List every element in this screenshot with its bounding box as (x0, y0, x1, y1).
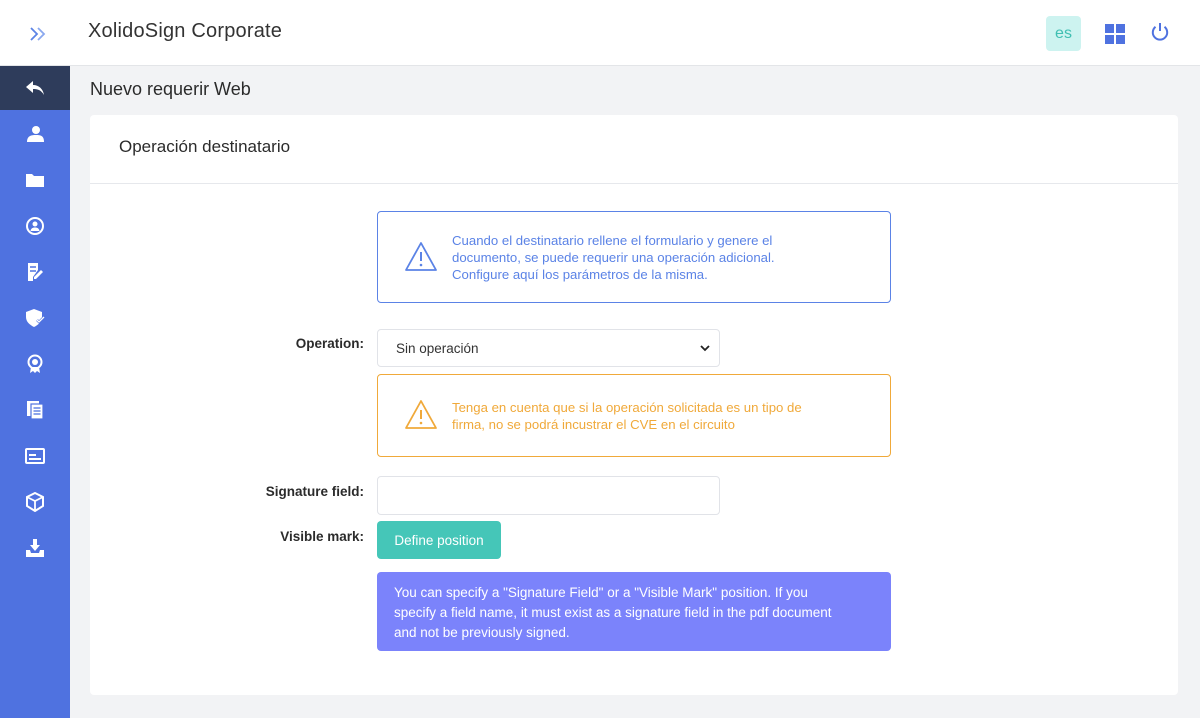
sidebar-item-documents[interactable] (0, 250, 70, 294)
box-icon (26, 492, 44, 512)
document-edit-icon (28, 263, 43, 281)
operation-select-value: Sin operación (396, 341, 479, 356)
signature-help-note: You can specify a "Signature Field" or a… (377, 572, 891, 651)
warning-alert-text: Tenga en cuenta que si la operación soli… (452, 393, 802, 433)
signature-field-label: Signature field: (265, 484, 364, 499)
logout-button[interactable] (1148, 20, 1172, 44)
warning-triangle-icon (405, 242, 437, 271)
circle-user-icon (26, 217, 44, 235)
sidebar (0, 66, 70, 718)
download-tray-icon (26, 539, 44, 557)
note-line: specify a field name, it must exist as a… (394, 605, 832, 620)
note-line: and not be previously signed. (394, 625, 570, 640)
app-title: XolidoSign Corporate (88, 20, 283, 42)
sidebar-item-users[interactable] (0, 112, 70, 156)
user-icon (27, 126, 44, 142)
sidebar-item-security[interactable] (0, 296, 70, 340)
operation-label: Operation: (295, 336, 364, 351)
note-line: You can specify a "Signature Field" or a… (394, 585, 808, 600)
info-alert-line: Cuando el destinatario rellene el formul… (452, 233, 773, 248)
folder-icon (26, 174, 44, 187)
sidebar-item-contacts[interactable] (0, 204, 70, 248)
shield-check-icon (26, 309, 45, 327)
info-alert-line: Configure aquí los parámetros de la mism… (452, 267, 708, 282)
sidebar-item-packages[interactable] (0, 480, 70, 524)
warning-alert: Tenga en cuenta que si la operación soli… (377, 374, 891, 457)
warning-triangle-icon (405, 400, 437, 429)
info-alert-text: Cuando el destinatario rellene el formul… (452, 230, 775, 283)
sidebar-item-certificates[interactable] (0, 342, 70, 386)
page-title: Nuevo requerir Web (90, 79, 251, 99)
chevron-down-icon (700, 345, 710, 352)
card-title: Operación destinatario (90, 115, 1178, 184)
language-button[interactable]: es (1046, 16, 1081, 51)
sidebar-item-web[interactable] (0, 434, 70, 478)
power-icon (1151, 23, 1169, 41)
documents-icon (27, 401, 44, 420)
info-alert-line: documento, se puede requerir una operaci… (452, 250, 775, 265)
sidebar-item-back[interactable] (0, 66, 70, 110)
top-bar: XolidoSign Corporate es (0, 0, 1200, 66)
grid-icon (1105, 24, 1125, 44)
signature-field-input[interactable] (377, 476, 720, 515)
apps-grid-button[interactable] (1103, 22, 1127, 46)
sidebar-item-downloads[interactable] (0, 526, 70, 570)
sidebar-item-folders[interactable] (0, 158, 70, 202)
warning-alert-line: firma, no se podrá incustrar el CVE en e… (452, 417, 735, 432)
define-position-button[interactable]: Define position (377, 521, 501, 559)
visible-mark-label: Visible mark: (280, 529, 364, 544)
page-scrollbar[interactable] (1189, 66, 1200, 718)
sidebar-item-templates[interactable] (0, 388, 70, 432)
certificate-icon (27, 354, 43, 373)
card-window-icon (25, 448, 45, 464)
operation-card: Operación destinatario Cuando el destina… (90, 115, 1178, 695)
warning-alert-line: Tenga en cuenta que si la operación soli… (452, 400, 802, 415)
operation-select[interactable]: Sin operación (377, 329, 720, 367)
back-arrow-icon (26, 81, 44, 95)
expand-sidebar-button[interactable] (22, 20, 54, 48)
info-alert: Cuando el destinatario rellene el formul… (377, 211, 891, 303)
double-chevron-right-icon (30, 27, 46, 41)
